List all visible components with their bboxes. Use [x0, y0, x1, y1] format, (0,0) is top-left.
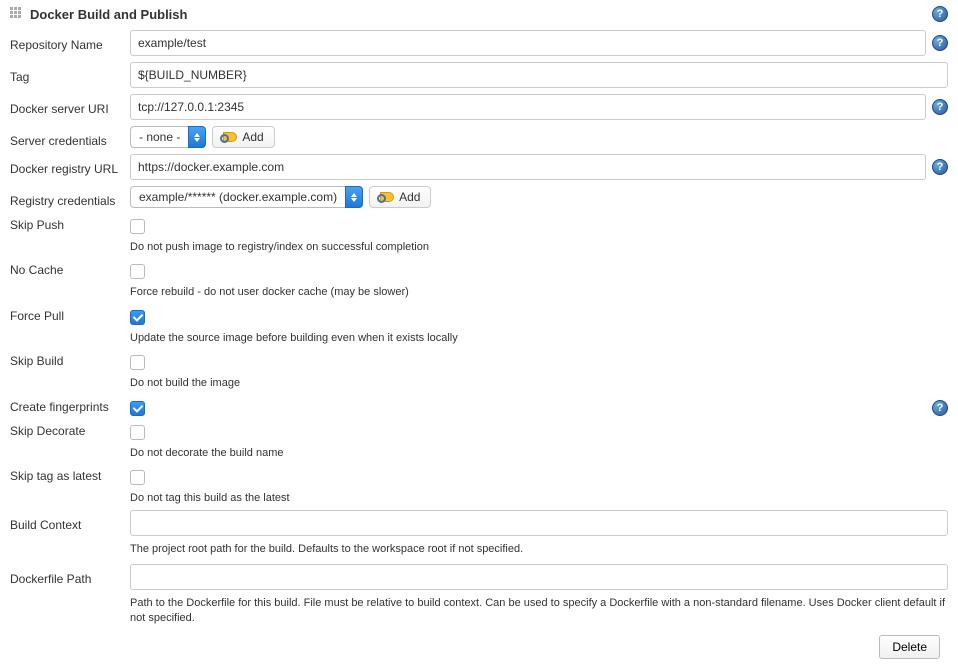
- row-server-credentials: Server credentials - none - Add: [10, 126, 948, 148]
- label-server-credentials: Server credentials: [10, 126, 130, 148]
- label-dockerfile-path: Dockerfile Path: [10, 564, 130, 586]
- registry-url-input[interactable]: [130, 154, 926, 180]
- force-pull-checkbox[interactable]: [130, 310, 145, 325]
- label-no-cache: No Cache: [10, 259, 130, 277]
- dockerfile-path-input[interactable]: [130, 564, 948, 590]
- row-force-pull: Force Pull Update the source image befor…: [10, 305, 948, 346]
- add-server-credentials-button[interactable]: Add: [212, 126, 274, 148]
- label-tag: Tag: [10, 62, 130, 84]
- row-skip-build: Skip Build Do not build the image: [10, 350, 948, 391]
- build-context-input[interactable]: [130, 510, 948, 536]
- chevron-updown-icon: [188, 126, 206, 148]
- add-registry-credentials-button[interactable]: Add: [369, 186, 431, 208]
- drag-handle-icon[interactable]: [10, 7, 24, 21]
- server-uri-input[interactable]: [130, 94, 926, 120]
- help-icon[interactable]: ?: [932, 159, 948, 175]
- help-icon[interactable]: ?: [932, 400, 948, 416]
- label-force-pull: Force Pull: [10, 305, 130, 323]
- row-repository-name: Repository Name ?: [10, 30, 948, 56]
- section-title: Docker Build and Publish: [30, 7, 187, 22]
- registry-credentials-selected: example/****** (docker.example.com): [130, 186, 345, 208]
- chevron-updown-icon: [345, 186, 363, 208]
- label-skip-tag-latest: Skip tag as latest: [10, 465, 130, 483]
- add-button-label: Add: [242, 130, 263, 144]
- row-tag: Tag: [10, 62, 948, 88]
- section-header: Docker Build and Publish ?: [10, 6, 948, 22]
- label-skip-push: Skip Push: [10, 214, 130, 232]
- repository-name-input[interactable]: [130, 30, 926, 56]
- help-icon[interactable]: ?: [932, 99, 948, 115]
- label-create-fingerprints: Create fingerprints: [10, 396, 130, 414]
- label-registry-credentials: Registry credentials: [10, 186, 130, 208]
- label-repository-name: Repository Name: [10, 30, 130, 52]
- label-registry-url: Docker registry URL: [10, 154, 130, 176]
- registry-credentials-select[interactable]: example/****** (docker.example.com): [130, 186, 363, 208]
- no-cache-checkbox[interactable]: [130, 264, 145, 279]
- server-credentials-selected: - none -: [130, 126, 188, 148]
- no-cache-description: Force rebuild - do not user docker cache…: [130, 285, 948, 300]
- row-skip-push: Skip Push Do not push image to registry/…: [10, 214, 948, 255]
- skip-build-checkbox[interactable]: [130, 355, 145, 370]
- skip-decorate-description: Do not decorate the build name: [130, 446, 948, 461]
- skip-push-checkbox[interactable]: [130, 219, 145, 234]
- row-skip-tag-latest: Skip tag as latest Do not tag this build…: [10, 465, 948, 506]
- bottom-bar: Delete: [10, 635, 948, 659]
- row-server-uri: Docker server URI ?: [10, 94, 948, 120]
- skip-push-description: Do not push image to registry/index on s…: [130, 240, 948, 255]
- dockerfile-path-description: Path to the Dockerfile for this build. F…: [130, 596, 948, 627]
- label-build-context: Build Context: [10, 510, 130, 532]
- label-server-uri: Docker server URI: [10, 94, 130, 116]
- build-context-description: The project root path for the build. Def…: [130, 542, 948, 557]
- skip-decorate-checkbox[interactable]: [130, 425, 145, 440]
- create-fingerprints-checkbox[interactable]: [130, 401, 145, 416]
- row-build-context: Build Context The project root path for …: [10, 510, 948, 557]
- row-registry-url: Docker registry URL ?: [10, 154, 948, 180]
- force-pull-description: Update the source image before building …: [130, 331, 948, 346]
- row-no-cache: No Cache Force rebuild - do not user doc…: [10, 259, 948, 300]
- skip-tag-latest-checkbox[interactable]: [130, 470, 145, 485]
- help-icon[interactable]: ?: [932, 35, 948, 51]
- label-skip-decorate: Skip Decorate: [10, 420, 130, 438]
- add-button-label: Add: [399, 190, 420, 204]
- key-icon: [223, 132, 237, 142]
- row-registry-credentials: Registry credentials example/****** (doc…: [10, 186, 948, 208]
- key-icon: [380, 192, 394, 202]
- row-create-fingerprints: Create fingerprints ?: [10, 396, 948, 416]
- row-skip-decorate: Skip Decorate Do not decorate the build …: [10, 420, 948, 461]
- row-dockerfile-path: Dockerfile Path Path to the Dockerfile f…: [10, 564, 948, 627]
- server-credentials-select[interactable]: - none -: [130, 126, 206, 148]
- skip-build-description: Do not build the image: [130, 376, 948, 391]
- label-skip-build: Skip Build: [10, 350, 130, 368]
- skip-tag-latest-description: Do not tag this build as the latest: [130, 491, 948, 506]
- tag-input[interactable]: [130, 62, 948, 88]
- help-icon[interactable]: ?: [932, 6, 948, 22]
- delete-button[interactable]: Delete: [879, 635, 940, 659]
